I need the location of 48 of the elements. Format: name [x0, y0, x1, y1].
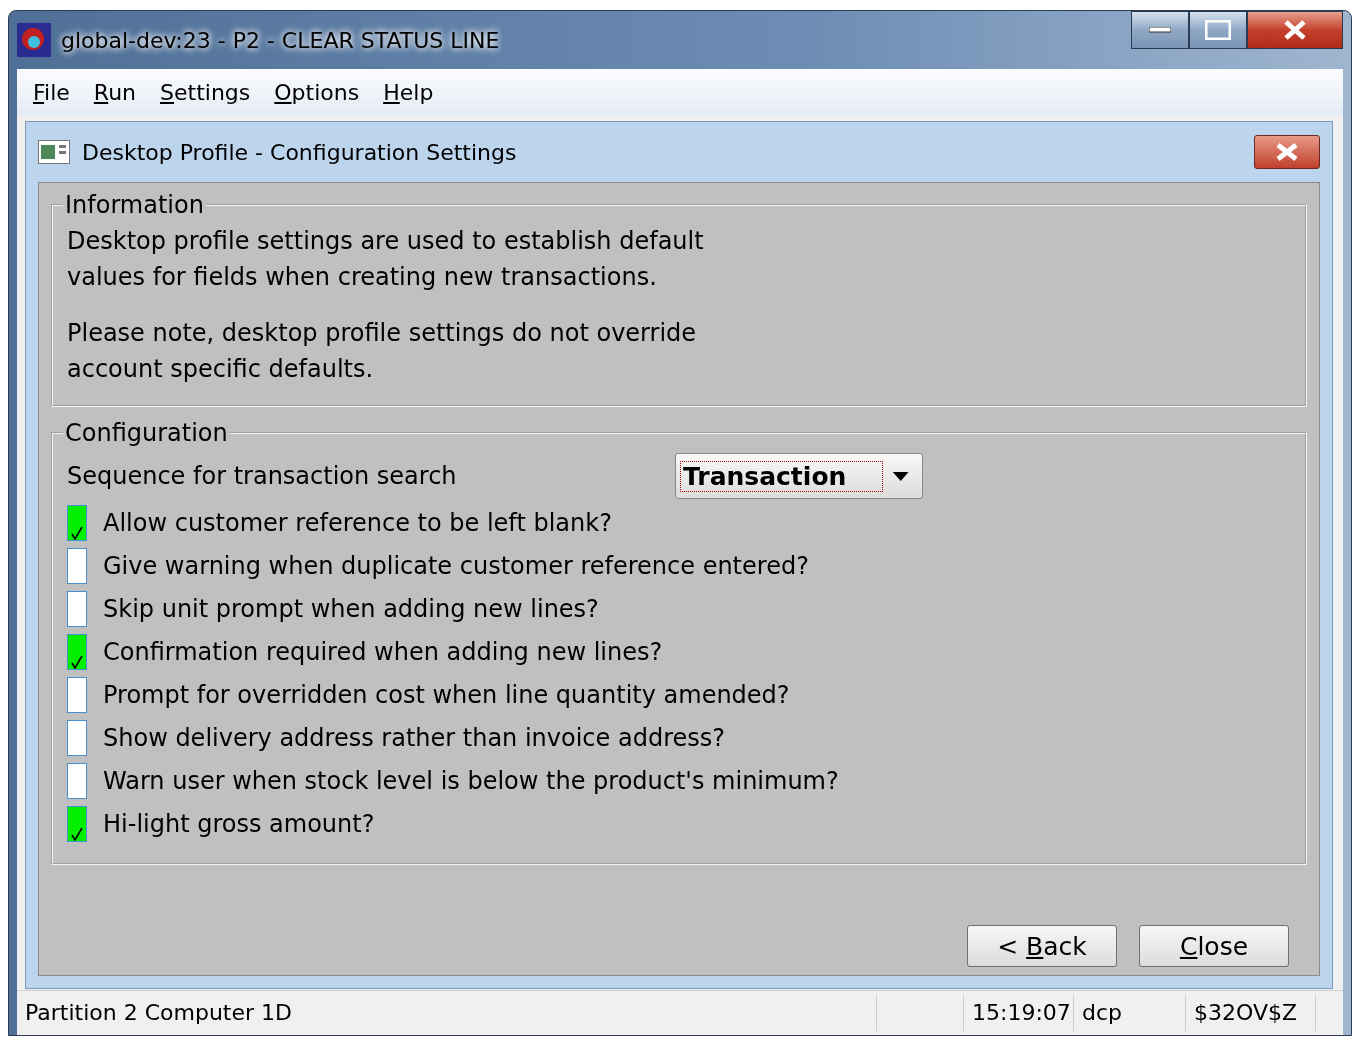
- checkbox[interactable]: [67, 805, 87, 842]
- field-label: Sequence for transaction search: [67, 462, 458, 490]
- menu-item[interactable]: Run: [93, 79, 137, 105]
- group-legend: Information: [63, 191, 206, 219]
- sequence-dropdown[interactable]: Transaction: [675, 453, 923, 499]
- status-cell: dcp: [1074, 995, 1186, 1031]
- check-icon: [71, 654, 83, 669]
- dialog-button[interactable]: Close: [1139, 925, 1289, 967]
- status-cell: Partition 2 Computer 1D: [17, 995, 877, 1031]
- close-button[interactable]: [1254, 135, 1320, 169]
- checkbox[interactable]: [67, 719, 87, 756]
- minimize-icon: [1149, 27, 1171, 33]
- maximize-button[interactable]: [1189, 11, 1247, 49]
- status-cell: 15:19:07: [964, 995, 1074, 1031]
- checkbox[interactable]: [67, 590, 87, 627]
- maximize-icon: [1205, 20, 1231, 40]
- close-icon: [1275, 142, 1299, 162]
- checkbox-label: Hi-light gross amount?: [103, 809, 375, 838]
- checkbox-label: Give warning when duplicate customer reference entered?: [103, 551, 809, 580]
- checkbox-label: Skip unit prompt when adding new lines?: [103, 594, 599, 623]
- check-icon: [71, 525, 83, 540]
- close-button[interactable]: [1247, 11, 1343, 49]
- group-legend: Configuration: [63, 419, 230, 447]
- check-icon: [71, 826, 83, 841]
- globe-icon: [17, 23, 51, 57]
- status-cell: $32OV$Z: [1186, 995, 1316, 1031]
- checkbox-label: Confirmation required when adding new lines?: [103, 637, 663, 666]
- menu-item[interactable]: File: [33, 79, 70, 105]
- checkbox[interactable]: [67, 504, 87, 541]
- menu-item[interactable]: Settings: [160, 79, 251, 105]
- close-icon: [1283, 19, 1307, 41]
- menu-item[interactable]: Help: [383, 79, 434, 105]
- checkbox[interactable]: [67, 676, 87, 713]
- checkbox[interactable]: [67, 633, 87, 670]
- info-text: Please note, desktop profile settings do not override account specific defaults.: [67, 318, 698, 385]
- dialog-title: Desktop Profile - Configuration Settings: [82, 139, 517, 165]
- info-text: Desktop profile settings are used to establish default values for fields when creating new transactions.: [67, 226, 705, 293]
- minimize-button[interactable]: [1131, 11, 1189, 49]
- menu-item[interactable]: Options: [274, 79, 360, 105]
- checkbox-label: Warn user when stock level is below the product's minimum?: [103, 766, 839, 795]
- checkbox[interactable]: [67, 762, 87, 799]
- form-icon: [38, 140, 70, 164]
- checkbox-label: Allow customer reference to be left blank?: [103, 508, 612, 537]
- window-title: global-dev:23 - P2 - CLEAR STATUS LINE: [61, 27, 500, 53]
- checkbox-label: Show delivery address rather than invoice address?: [103, 723, 725, 752]
- checkbox[interactable]: [67, 547, 87, 584]
- dialog-button[interactable]: < Back: [967, 925, 1117, 967]
- checkbox-label: Prompt for overridden cost when line quantity amended?: [103, 680, 790, 709]
